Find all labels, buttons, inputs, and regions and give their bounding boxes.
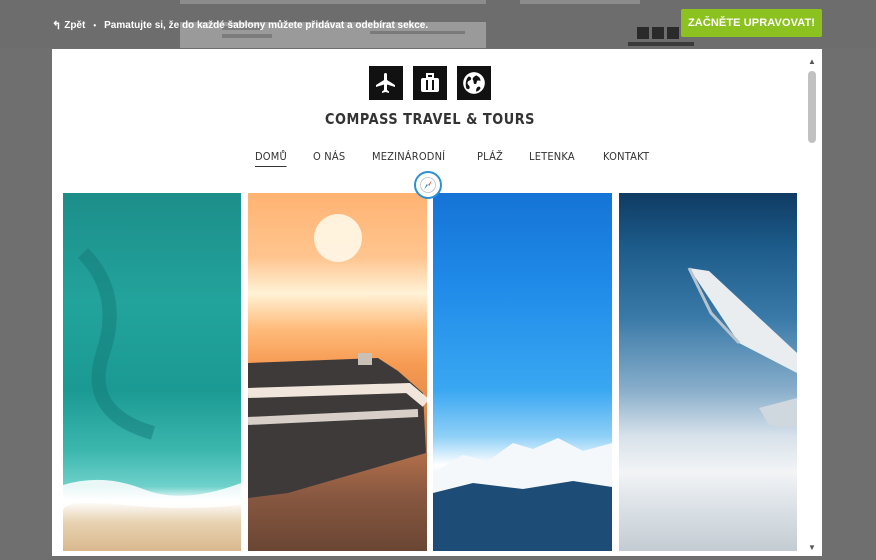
nav-beach[interactable]: PLÁŽ <box>477 150 503 167</box>
scroll-up-icon[interactable]: ▲ <box>808 57 816 66</box>
nav-flights[interactable]: LETENKA <box>529 150 575 167</box>
editor-topbar: ↰ Zpět • Pamatujte si, že do každé šablo… <box>0 0 876 48</box>
beach-aerial-image <box>63 193 241 551</box>
back-label: Zpět <box>64 20 86 31</box>
start-editing-button[interactable]: ZAČNĚTE UPRAVOVAT! <box>681 9 822 37</box>
compass-icon <box>414 171 442 199</box>
nav-international[interactable]: MEZINÁRODNÍ <box>372 150 445 167</box>
logo <box>369 66 491 100</box>
snowy-mountains-sky-image <box>433 193 612 551</box>
airplane-icon <box>369 66 403 100</box>
separator: • <box>93 21 97 30</box>
hero-gallery <box>63 193 797 551</box>
suitcase-icon <box>413 66 447 100</box>
back-arrow-icon: ↰ <box>52 20 62 32</box>
site-nav: DOMŮ O NÁS MEZINÁRODNÍ PLÁŽ LETENKA KONT… <box>255 150 677 167</box>
nav-about[interactable]: O NÁS <box>313 150 345 167</box>
nav-contact[interactable]: KONTAKT <box>603 150 649 167</box>
globe-icon <box>457 66 491 100</box>
back-link[interactable]: ↰ Zpět <box>52 19 85 32</box>
cruise-ship-sunset-image <box>248 193 427 551</box>
template-preview-modal: COMPASS TRAVEL & TOURS DOMŮ O NÁS MEZINÁ… <box>52 49 822 556</box>
back-link-row: ↰ Zpět • Pamatujte si, že do každé šablo… <box>52 19 428 32</box>
scroll-down-icon[interactable]: ▼ <box>808 543 816 552</box>
modal-scrollbar[interactable]: ▲ ▼ <box>806 57 818 552</box>
airplane-wing-clouds-image <box>619 193 797 551</box>
scrollbar-thumb[interactable] <box>808 71 816 143</box>
hint-text: Pamatujte si, že do každé šablony můžete… <box>104 20 429 31</box>
brand-name: COMPASS TRAVEL & TOURS <box>325 110 535 128</box>
nav-home[interactable]: DOMŮ <box>255 150 287 167</box>
